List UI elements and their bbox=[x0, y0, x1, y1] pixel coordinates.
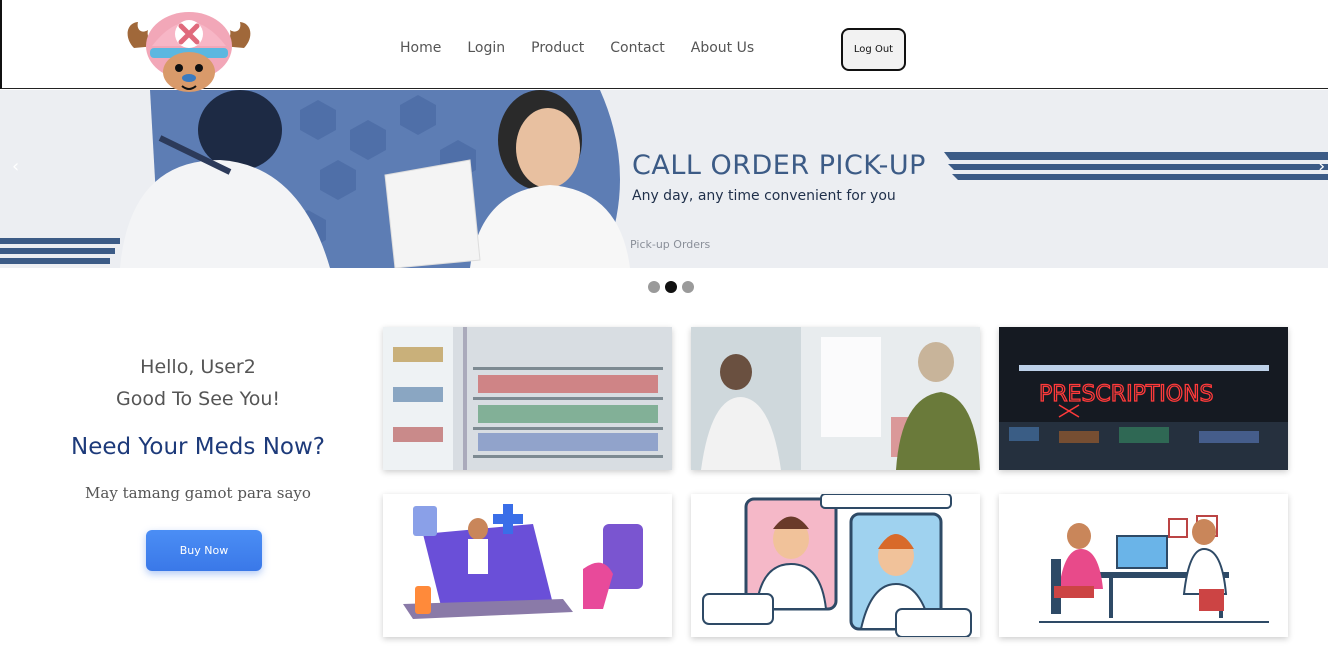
chevron-right-icon[interactable]: › bbox=[1318, 156, 1325, 177]
pharmacy-shelves-photo-icon[interactable] bbox=[383, 327, 672, 470]
greeting-line-1: Hello, User2 bbox=[140, 356, 256, 378]
doctor-consultation-illustration-icon[interactable] bbox=[999, 494, 1288, 637]
nav-product-link[interactable]: Product bbox=[531, 40, 584, 56]
carousel-indicators bbox=[648, 281, 694, 293]
promo-headline: Need Your Meds Now? bbox=[70, 434, 325, 460]
carousel-indicator-2[interactable] bbox=[665, 281, 677, 293]
nav-home-link[interactable]: Home bbox=[400, 40, 441, 56]
carousel-caption: Pick-up Orders bbox=[630, 238, 711, 251]
carousel-indicator-3[interactable] bbox=[682, 281, 694, 293]
prescriptions-neon-sign-photo-icon[interactable]: PRESCRIPTIONS bbox=[999, 327, 1288, 470]
greeting-line-2: Good To See You! bbox=[116, 388, 280, 410]
top-navbar: Home Login Product Contact About Us Log … bbox=[0, 0, 1328, 92]
hero-carousel: CALL ORDER PICK-UP Any day, any time con… bbox=[0, 90, 1328, 268]
online-pharmacy-laptop-illustration-icon[interactable] bbox=[383, 494, 672, 637]
telemedicine-video-call-illustration-icon[interactable] bbox=[691, 494, 980, 637]
main-nav: Home Login Product Contact About Us bbox=[400, 40, 780, 56]
nav-login-link[interactable]: Login bbox=[467, 40, 505, 56]
chevron-left-icon[interactable]: ‹ bbox=[12, 156, 19, 177]
nav-about-link[interactable]: About Us bbox=[691, 40, 754, 56]
carousel-title: CALL ORDER PICK-UP bbox=[632, 150, 926, 181]
promo-tagline: May tamang gamot para sayo bbox=[85, 484, 311, 502]
nav-contact-link[interactable]: Contact bbox=[610, 40, 664, 56]
carousel-subtitle: Any day, any time convenient for you bbox=[632, 188, 896, 204]
logout-button[interactable]: Log Out bbox=[841, 28, 906, 71]
pharmacist-counter-photo-icon[interactable] bbox=[691, 327, 980, 470]
carousel-indicator-1[interactable] bbox=[648, 281, 660, 293]
svg-text:PRESCRIPTIONS: PRESCRIPTIONS bbox=[1039, 382, 1214, 407]
chopper-mascot-logo-icon[interactable] bbox=[124, 8, 254, 100]
buy-now-button[interactable]: Buy Now bbox=[146, 530, 262, 571]
